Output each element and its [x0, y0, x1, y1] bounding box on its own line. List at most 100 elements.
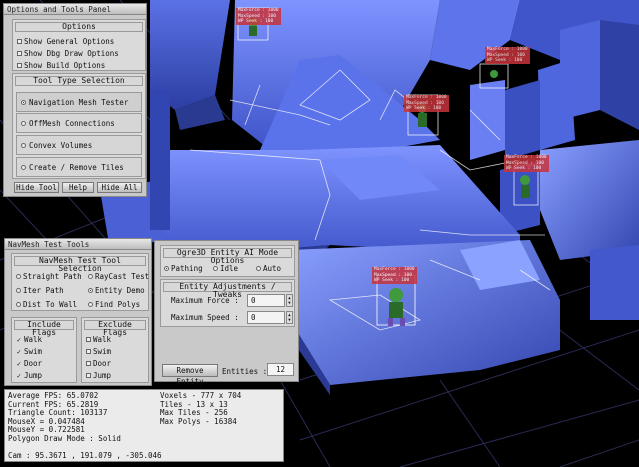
tool-iter-path-radio[interactable] [16, 288, 21, 293]
include-swim-checkmark[interactable]: ✓ [16, 348, 22, 356]
include-door[interactable]: ✓ Door [16, 359, 42, 368]
exclude-swim[interactable]: Swim [86, 347, 111, 356]
entity-info-label: MaxForce : 1000 MaxSpeed : 100 WP Seek : 1… [236, 8, 281, 25]
max-speed-stepper[interactable]: ▲ ▼ [286, 311, 293, 324]
entity-info-label: MaxForce : 1000 MaxSpeed : 100 WP Seek : 1… [504, 155, 549, 172]
tool-find-polys[interactable]: Find Polys [88, 300, 140, 309]
max-speed-input[interactable]: 0 [247, 311, 285, 324]
tool-create-remove-tiles-label: Create / Remove Tiles [29, 162, 124, 172]
tool-create-remove-tiles[interactable]: Create / Remove Tiles [16, 157, 142, 177]
mode-idle[interactable]: Idle [213, 264, 238, 273]
options-tools-panel-title[interactable]: Options and Tools Panel [4, 4, 146, 15]
show-dbg-draw-options-checkbox[interactable] [17, 51, 22, 56]
exclude-walk-label: Walk [93, 335, 112, 344]
include-flags-section: Include Flags ✓ Walk ✓ Swim ✓ Door ✓ Jump [11, 317, 77, 383]
test-tool-selection-heading: NavMesh Test Tool Selection [14, 256, 146, 273]
mode-auto-label: Auto [263, 264, 282, 273]
tool-entity-demo-radio[interactable] [88, 288, 93, 293]
show-dbg-draw-options-label: Show Dbg Draw Options [24, 49, 119, 58]
hide-all-button[interactable]: Hide All [97, 182, 142, 193]
tool-dist-to-wall-radio[interactable] [16, 302, 21, 307]
exclude-walk[interactable]: Walk [86, 335, 111, 344]
hide-tool-button[interactable]: Hide Tool [14, 182, 59, 193]
entities-count-label: Entities : [222, 367, 268, 376]
navmesh-test-tools-title[interactable]: NavMesh Test Tools [5, 239, 151, 250]
tool-iter-path-label: Iter Path [23, 286, 64, 295]
test-tool-selection-section: NavMesh Test Tool Selection Straight Pat… [11, 253, 149, 311]
tool-navigation-mesh-tester[interactable]: Navigation Mesh Tester [16, 92, 142, 112]
max-force-label: Maximum Force : [171, 296, 239, 305]
tool-convex-volumes[interactable]: Convex Volumes [16, 135, 142, 155]
include-walk[interactable]: ✓ Walk [16, 335, 42, 344]
tool-dist-to-wall-label: Dist To Wall [23, 300, 78, 309]
entity-info-label: MaxForce : 1000 MaxSpeed : 100 WP Seek : 1… [485, 47, 530, 64]
exclude-flags-section: Exclude Flags Walk Swim Door Jump [81, 317, 149, 383]
tool-find-polys-label: Find Polys [95, 300, 141, 309]
entity-force-text: MaxForce : 1000 [506, 155, 547, 160]
include-flags-heading: Include Flags [14, 320, 74, 337]
include-swim[interactable]: ✓ Swim [16, 347, 42, 356]
exclude-jump[interactable]: Jump [86, 371, 111, 380]
include-door-checkmark[interactable]: ✓ [16, 360, 22, 368]
tool-straight-path-label: Straight Path [23, 272, 82, 281]
tool-straight-path-radio[interactable] [16, 274, 21, 279]
show-general-options[interactable]: Show General Options [17, 37, 114, 46]
include-jump-label: Jump [24, 371, 43, 380]
options-tools-panel: Options and Tools Panel Options Show Gen… [3, 3, 147, 197]
entity-force-text: MaxForce : 1000 [374, 267, 415, 272]
help-button[interactable]: Help [62, 182, 94, 193]
mode-pathing-radio[interactable] [164, 266, 169, 271]
stats-left: Average FPS: 65.0702 Current FPS: 65.281… [8, 391, 162, 461]
tool-find-polys-radio[interactable] [88, 302, 93, 307]
tool-type-heading: Tool Type Selection [15, 76, 143, 86]
tool-raycast-test[interactable]: RayCast Test [88, 272, 149, 281]
tool-offmesh-connections[interactable]: OffMesh Connections [16, 113, 142, 133]
tool-straight-path[interactable]: Straight Path [16, 272, 82, 281]
stats-right: Voxels - 777 x 704 Tiles - 13 x 13 Max T… [160, 391, 241, 426]
max-force-stepper[interactable]: ▲ ▼ [286, 294, 293, 307]
tool-entity-demo[interactable]: Entity Demo [88, 286, 145, 295]
ai-mode-section: Ogre3D Entity AI Mode Options Pathing Id… [160, 245, 295, 277]
exclude-swim-checkbox[interactable] [86, 349, 91, 354]
exclude-door-label: Door [93, 359, 112, 368]
show-general-options-label: Show General Options [24, 37, 115, 46]
options-section: Options Show General Options Show Dbg Dr… [12, 19, 146, 71]
mode-idle-label: Idle [220, 264, 239, 273]
mode-idle-radio[interactable] [213, 266, 218, 271]
exclude-door[interactable]: Door [86, 359, 111, 368]
show-general-options-checkbox[interactable] [17, 39, 22, 44]
mode-pathing[interactable]: Pathing [164, 264, 203, 273]
ai-mode-heading: Ogre3D Entity AI Mode Options [163, 248, 292, 265]
entity-force-text: MaxForce : 1000 [406, 95, 447, 100]
max-force-input[interactable]: 0 [247, 294, 285, 307]
entity-seek-text: WP Seek : 100 [374, 278, 410, 283]
mode-auto[interactable]: Auto [256, 264, 281, 273]
tool-iter-path[interactable]: Iter Path [16, 286, 64, 295]
include-jump-checkmark[interactable]: ✓ [16, 372, 22, 380]
show-build-options-checkbox[interactable] [17, 63, 22, 68]
entity-seek-text: WP Seek : 100 [487, 58, 523, 63]
show-build-options[interactable]: Show Build Options [17, 61, 105, 70]
exclude-flags-heading: Exclude Flags [84, 320, 146, 337]
tool-raycast-test-radio[interactable] [88, 274, 93, 279]
tool-navigation-mesh-tester-radio[interactable] [21, 99, 26, 105]
tool-raycast-test-label: RayCast Test [95, 272, 150, 281]
exclude-door-checkbox[interactable] [86, 361, 91, 366]
tool-convex-volumes-radio[interactable] [21, 142, 26, 148]
remove-entity-button[interactable]: Remove Entity [162, 364, 218, 386]
entity-adjust-section: Entity Adjustments / Tweaks Maximum Forc… [160, 279, 295, 327]
include-walk-checkmark[interactable]: ✓ [16, 336, 22, 344]
include-jump[interactable]: ✓ Jump [16, 371, 42, 380]
tool-dist-to-wall[interactable]: Dist To Wall [16, 300, 77, 309]
mode-auto-radio[interactable] [256, 266, 261, 271]
entity-ai-panel: Ogre3D Entity AI Mode Options Pathing Id… [154, 240, 299, 386]
stats-overlay: Average FPS: 65.0702 Current FPS: 65.281… [4, 389, 284, 462]
entity-adjust-heading: Entity Adjustments / Tweaks [163, 282, 292, 299]
exclude-jump-checkbox[interactable] [86, 373, 91, 378]
exclude-walk-checkbox[interactable] [86, 337, 91, 342]
show-dbg-draw-options[interactable]: Show Dbg Draw Options [17, 49, 119, 58]
tool-create-remove-tiles-radio[interactable] [21, 164, 26, 170]
stat-max-polys: Max Polys - 16384 [160, 416, 237, 426]
tool-offmesh-connections-radio[interactable] [21, 120, 26, 126]
navmesh-test-tools-panel: NavMesh Test Tools NavMesh Test Tool Sel… [4, 238, 152, 386]
